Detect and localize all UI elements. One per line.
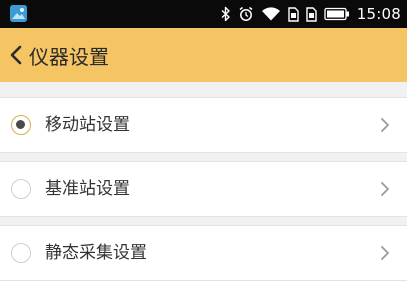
- alarm-icon: [239, 6, 253, 21]
- settings-item-base[interactable]: 基准站设置: [0, 161, 407, 217]
- page-title: 仪器设置: [29, 44, 109, 69]
- chevron-right-icon: [381, 246, 389, 260]
- status-icons: 15:08: [221, 0, 401, 28]
- app-icon: [10, 5, 27, 22]
- app-header: 仪器设置: [0, 28, 407, 82]
- radio-button[interactable]: [11, 179, 31, 199]
- chevron-left-icon: [10, 45, 22, 65]
- wifi-icon: [261, 7, 280, 21]
- chevron-right-icon: [381, 182, 389, 196]
- sim-card-icon: [306, 6, 317, 22]
- battery-icon: [324, 7, 349, 21]
- settings-item-label: 移动站设置: [45, 115, 130, 135]
- bluetooth-icon: [221, 6, 230, 22]
- status-time: 15:08: [356, 5, 401, 23]
- chevron-right-icon: [381, 118, 389, 132]
- settings-item-static-collection[interactable]: 静态采集设置: [0, 225, 407, 281]
- settings-item-rover[interactable]: 移动站设置: [0, 97, 407, 153]
- sim-card-icon: [288, 6, 299, 22]
- settings-item-label: 静态采集设置: [45, 243, 147, 263]
- radio-button-selected[interactable]: [11, 115, 31, 135]
- status-bar: 15:08: [0, 0, 407, 28]
- back-button[interactable]: 仪器设置: [0, 28, 130, 82]
- settings-item-label: 基准站设置: [45, 179, 130, 199]
- radio-button[interactable]: [11, 243, 31, 263]
